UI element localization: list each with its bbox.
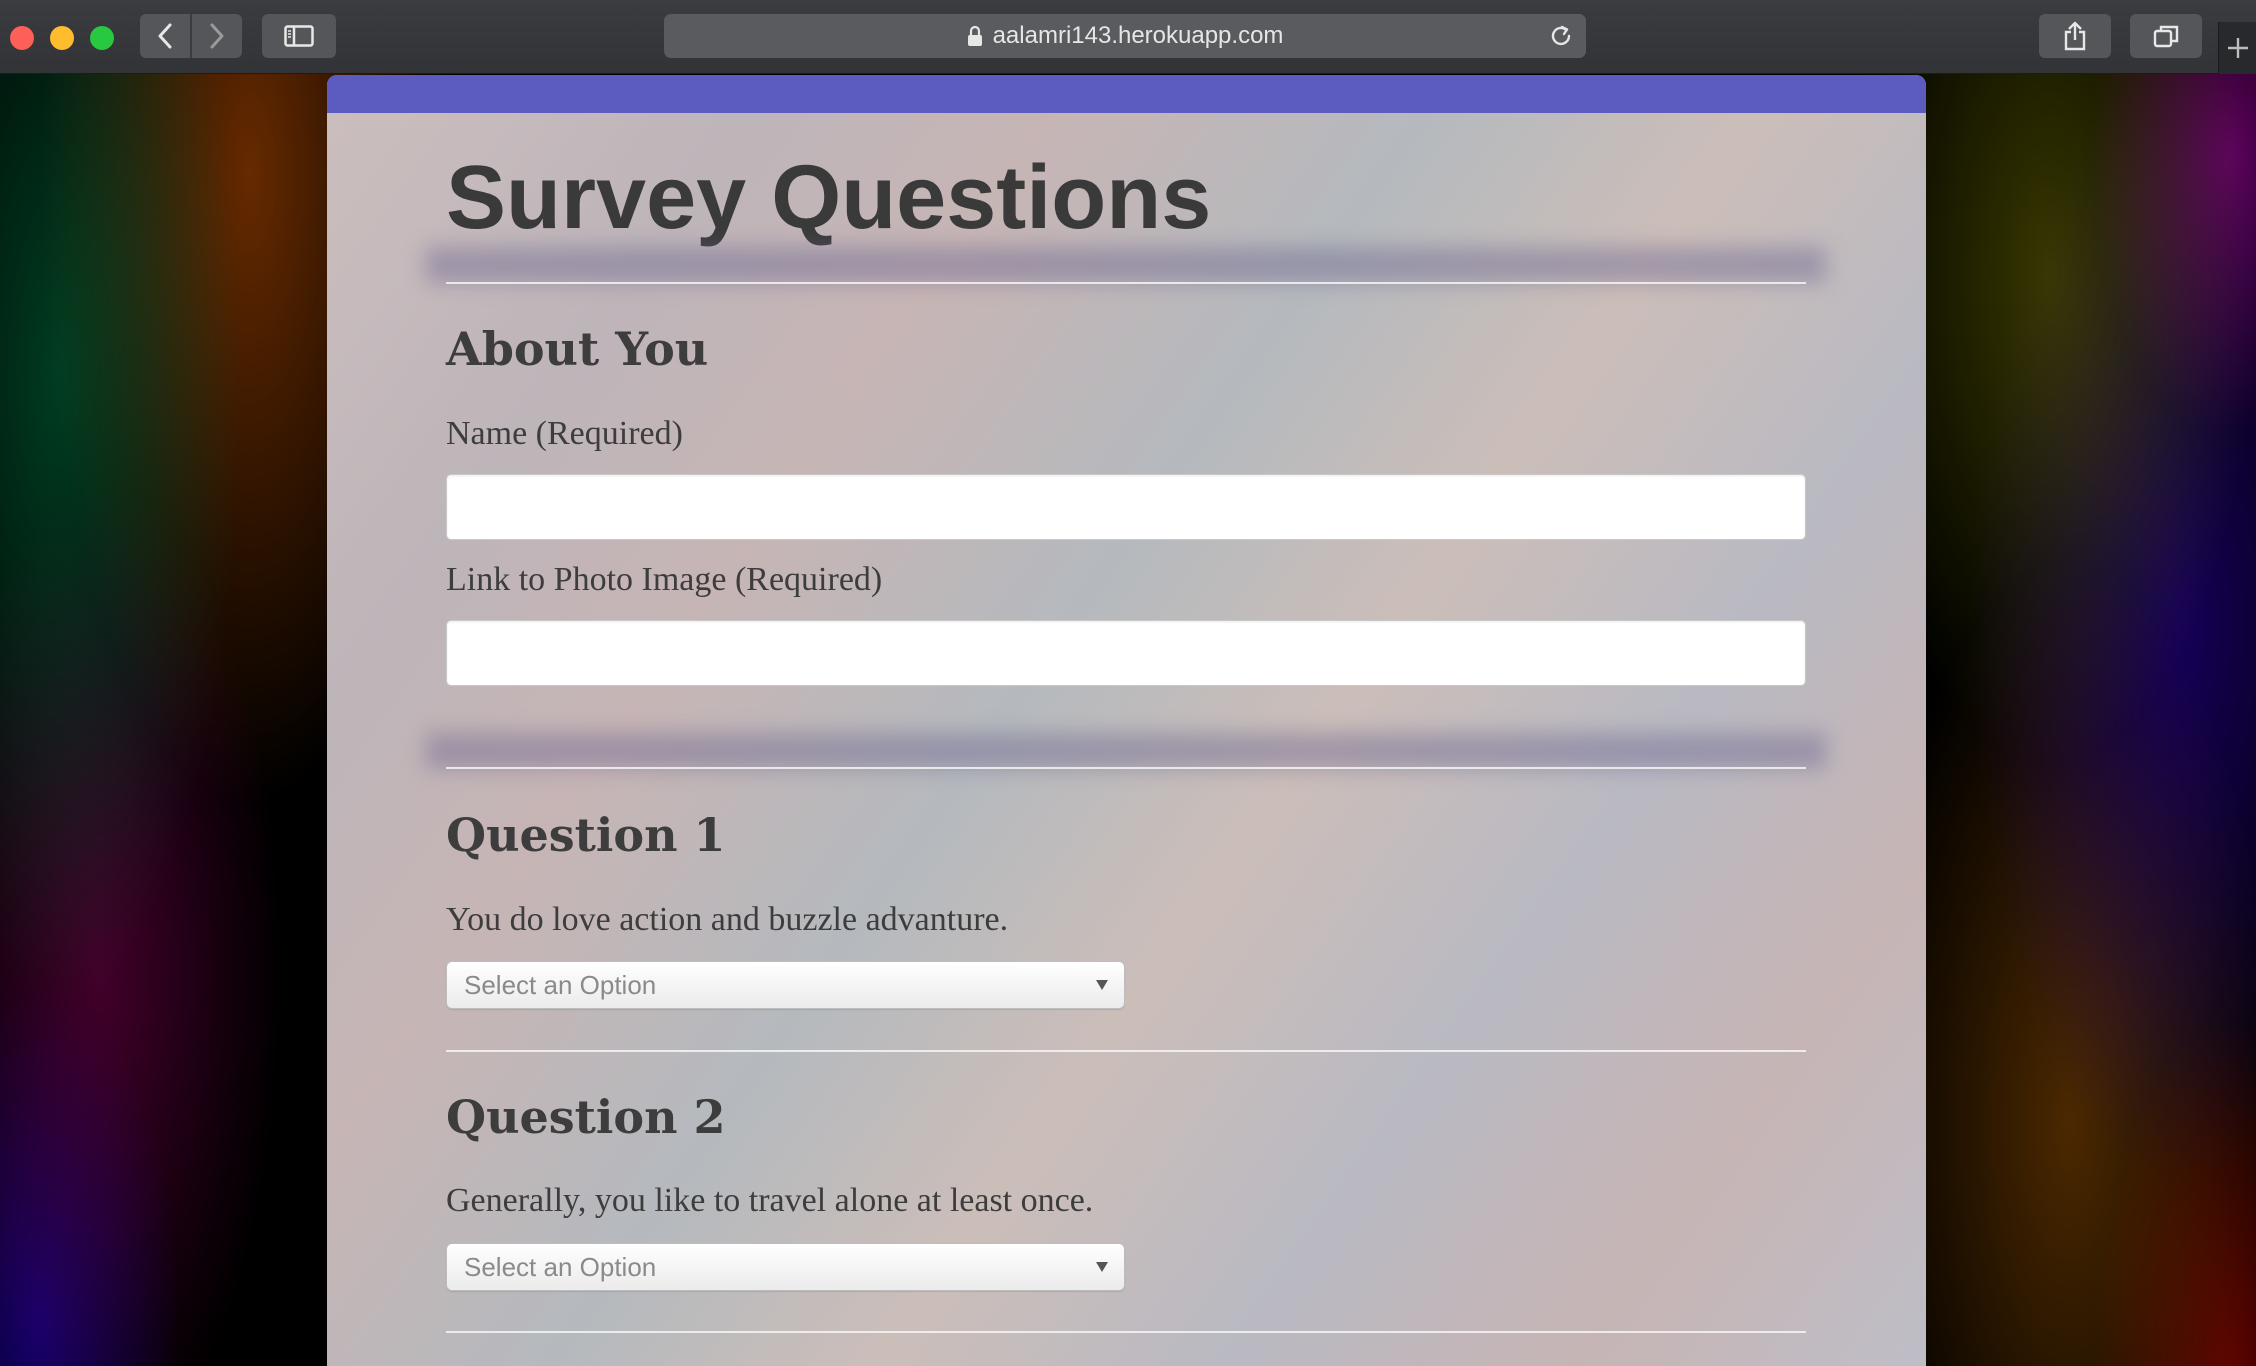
question-1-text: You do love action and buzzle advanture. [446, 901, 1009, 938]
sidebar-toggle-button[interactable] [262, 14, 336, 58]
close-window-button[interactable] [10, 26, 34, 50]
minimize-window-button[interactable] [50, 26, 74, 50]
chevron-left-icon [158, 23, 172, 49]
divider [446, 282, 1806, 284]
lock-icon [967, 25, 983, 47]
new-tab-button[interactable] [2218, 22, 2256, 74]
sidebar-icon [284, 25, 314, 47]
question-2-heading: Question 2 [446, 1090, 726, 1144]
question-2-select-value: Select an Option [464, 1251, 657, 1282]
url-text: aalamri143.herokuapp.com [992, 22, 1284, 49]
plus-icon [2228, 38, 2248, 58]
divider [446, 767, 1806, 769]
question-2-text: Generally, you like to travel alone at l… [446, 1182, 1094, 1219]
question-1-select-value: Select an Option [464, 969, 657, 1000]
tab-overview-button[interactable] [2130, 14, 2202, 58]
question-2-select[interactable]: Select an Option [446, 1243, 1125, 1291]
address-bar[interactable]: aalamri143.herokuapp.com [664, 14, 1586, 58]
tabs-overview-icon [2153, 25, 2179, 48]
section-heading-about: About You [446, 322, 709, 376]
card-accent-bar [327, 75, 1926, 113]
divider-shadow [426, 733, 1826, 769]
page-title: Survey Questions [446, 148, 1212, 248]
photo-link-input[interactable] [446, 620, 1806, 686]
chevron-down-icon [1096, 1262, 1108, 1272]
back-forward-group [140, 14, 242, 58]
reload-icon[interactable] [1548, 23, 1574, 56]
zoom-window-button[interactable] [90, 26, 114, 50]
divider-shadow [426, 247, 1826, 283]
share-icon [2064, 21, 2086, 51]
browser-toolbar: aalamri143.herokuapp.com [0, 0, 2256, 74]
question-1-select[interactable]: Select an Option [446, 961, 1125, 1009]
photo-link-label: Link to Photo Image (Required) [446, 561, 883, 598]
name-label: Name (Required) [446, 415, 683, 452]
back-button[interactable] [140, 14, 190, 58]
survey-card: Survey Questions About You Name (Require… [327, 75, 1926, 1366]
question-1-heading: Question 1 [446, 808, 726, 862]
chevron-down-icon [1096, 980, 1108, 990]
name-input[interactable] [446, 474, 1806, 540]
chevron-right-icon [210, 23, 224, 49]
divider [446, 1331, 1806, 1333]
forward-button[interactable] [192, 14, 242, 58]
share-button[interactable] [2039, 14, 2111, 58]
divider [446, 1050, 1806, 1052]
